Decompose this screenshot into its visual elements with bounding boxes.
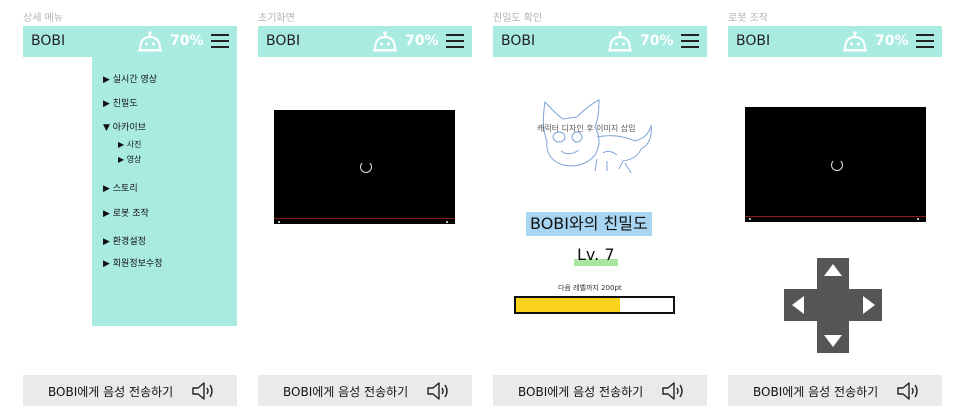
play-control-icon[interactable]: [749, 218, 751, 220]
video-progress-bar[interactable]: [274, 218, 455, 219]
live-video-player[interactable]: [274, 110, 455, 224]
menu-item-archive[interactable]: ▼ 아카이브: [103, 120, 146, 133]
affinity-progress-fill: [516, 298, 620, 312]
screen-caption-initial: 초기화면: [258, 13, 295, 24]
loading-spinner-icon: [360, 161, 372, 173]
voice-send-bar[interactable]: BOBI에게 음성 전송하기: [493, 375, 707, 406]
next-level-text: 다음 레벨까지 200pt: [558, 284, 622, 292]
hamburger-icon[interactable]: [916, 34, 934, 49]
play-control-icon[interactable]: [278, 221, 280, 223]
screen-initial: BOBI 70% BOBI에게 음성 전송하기: [258, 26, 472, 406]
affinity-level: Lv. 7: [577, 245, 615, 264]
menu-body: ▶ 실시간 영상 ▶ 친밀도 ▼ 아카이브 ▶ 사진 ▶ 영상 ▶ 스토리 ▶ …: [23, 57, 237, 375]
menu-subitem-photo[interactable]: ▶ 사진: [118, 139, 141, 150]
app-header: BOBI 70%: [23, 26, 237, 57]
battery-level: 70%: [640, 33, 674, 49]
menu-item-settings[interactable]: ▶ 환경설정: [103, 234, 146, 247]
screen-caption-robot-control: 로봇 조작: [728, 13, 768, 24]
voice-send-bar[interactable]: BOBI에게 음성 전송하기: [258, 375, 472, 406]
loading-spinner-icon: [831, 159, 843, 171]
screen-affinity: BOBI 70% 캐릭터 디자인 후 이미지 삽입 BOBI와의 친밀도 Lv.…: [493, 26, 707, 406]
side-menu-panel: ▶ 실시간 영상 ▶ 친밀도 ▼ 아카이브 ▶ 사진 ▶ 영상 ▶ 스토리 ▶ …: [92, 57, 237, 326]
menu-item-live-video[interactable]: ▶ 실시간 영상: [103, 72, 157, 85]
character-sketch-icon: [542, 99, 652, 174]
voice-send-label: BOBI에게 음성 전송하기: [518, 385, 644, 399]
hamburger-icon[interactable]: [211, 34, 229, 49]
voice-send-label: BOBI에게 음성 전송하기: [48, 385, 174, 399]
menu-item-affinity[interactable]: ▶ 친밀도: [103, 96, 138, 109]
fullscreen-icon[interactable]: [446, 221, 448, 223]
screen-caption-affinity: 친밀도 확인: [493, 13, 543, 24]
robot-icon: [138, 31, 162, 52]
screen-detail-menu: BOBI 70% ▶ 실시간 영상 ▶ 친밀도 ▼ 아카이브 ▶ 사진 ▶ 영상…: [23, 26, 237, 406]
robot-icon: [373, 31, 397, 52]
affinity-progress-bar: [514, 296, 675, 314]
app-header: BOBI 70%: [493, 26, 707, 57]
hamburger-icon[interactable]: [446, 34, 464, 49]
voice-send-label: BOBI에게 음성 전송하기: [753, 385, 879, 399]
voice-send-bar[interactable]: BOBI에게 음성 전송하기: [23, 375, 237, 406]
video-progress-bar[interactable]: [745, 216, 926, 217]
robot-control-body: [728, 57, 942, 375]
dpad-controller: [784, 258, 882, 353]
affinity-title: BOBI와의 친밀도: [526, 212, 652, 236]
voice-send-label: BOBI에게 음성 전송하기: [283, 385, 409, 399]
initial-body: [258, 57, 472, 375]
robot-icon: [843, 31, 867, 52]
speaker-icon[interactable]: [191, 380, 217, 402]
voice-send-bar[interactable]: BOBI에게 음성 전송하기: [728, 375, 942, 406]
character-placeholder-caption: 캐릭터 디자인 후 이미지 삽입: [537, 124, 636, 133]
menu-item-story[interactable]: ▶ 스토리: [103, 181, 138, 194]
menu-subitem-video[interactable]: ▶ 영상: [118, 154, 141, 165]
battery-level: 70%: [875, 33, 909, 49]
brand-label: BOBI: [501, 33, 536, 49]
app-header: BOBI 70%: [258, 26, 472, 57]
speaker-icon[interactable]: [896, 380, 922, 402]
menu-item-edit-profile[interactable]: ▶ 회원정보수정: [103, 256, 162, 269]
speaker-icon[interactable]: [426, 380, 452, 402]
app-header: BOBI 70%: [728, 26, 942, 57]
menu-item-robot-control[interactable]: ▶ 로봇 조작: [103, 206, 149, 219]
speaker-icon[interactable]: [661, 380, 687, 402]
battery-level: 70%: [170, 33, 204, 49]
screen-caption-menu: 상세 메뉴: [23, 13, 63, 24]
brand-label: BOBI: [266, 33, 301, 49]
brand-label: BOBI: [31, 33, 66, 49]
robot-camera-player[interactable]: [745, 107, 926, 222]
hamburger-icon[interactable]: [681, 34, 699, 49]
brand-label: BOBI: [736, 33, 771, 49]
fullscreen-icon[interactable]: [917, 218, 919, 220]
robot-icon: [608, 31, 632, 52]
screen-robot-control: BOBI 70% BOBI에게 음성 전송하기: [728, 26, 942, 406]
battery-level: 70%: [405, 33, 439, 49]
affinity-body: 캐릭터 디자인 후 이미지 삽입 BOBI와의 친밀도 Lv. 7 다음 레벨까…: [493, 57, 707, 375]
